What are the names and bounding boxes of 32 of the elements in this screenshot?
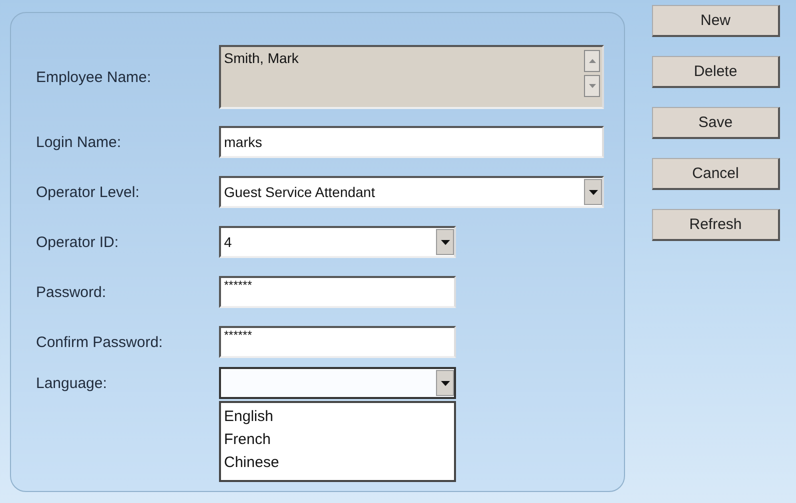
up-arrow-icon bbox=[588, 59, 596, 63]
field-label: Operator ID: bbox=[36, 234, 120, 250]
scroll-up-button[interactable] bbox=[584, 50, 600, 72]
dropdown-button[interactable] bbox=[436, 229, 454, 255]
down-arrow-icon bbox=[588, 84, 596, 88]
field-label: Language: bbox=[36, 375, 108, 392]
list-option[interactable]: Chinese bbox=[224, 451, 451, 474]
text-area[interactable]: Smith, Mark bbox=[219, 45, 604, 109]
action-button[interactable]: Save bbox=[652, 107, 780, 139]
list-option[interactable]: English bbox=[224, 405, 451, 428]
list-option[interactable]: French bbox=[224, 428, 451, 451]
caret-icon bbox=[440, 240, 450, 244]
action-button[interactable]: Refresh bbox=[652, 209, 780, 241]
action-button[interactable]: Delete bbox=[652, 56, 780, 88]
password-field[interactable]: ****** bbox=[219, 326, 456, 358]
dropdown[interactable]: 4 bbox=[219, 226, 456, 258]
dropdown-button[interactable] bbox=[436, 370, 454, 396]
action-button[interactable]: Cancel bbox=[652, 158, 780, 190]
caret-icon bbox=[588, 190, 598, 194]
password-field[interactable]: ****** bbox=[219, 276, 456, 308]
caret-icon bbox=[440, 380, 450, 386]
dropdown-button[interactable] bbox=[584, 179, 602, 205]
field-label: Confirm Password: bbox=[36, 334, 164, 350]
scroll-down-button[interactable] bbox=[584, 75, 600, 97]
field-label: Employee Name: bbox=[36, 68, 152, 86]
input-field[interactable]: marks bbox=[219, 126, 604, 158]
field-label: Operator Level: bbox=[36, 184, 140, 200]
dropdown[interactable] bbox=[219, 367, 456, 399]
dropdown[interactable]: Guest Service Attendant bbox=[219, 176, 604, 208]
field-label: Login Name: bbox=[36, 134, 122, 150]
action-button[interactable]: New bbox=[652, 5, 780, 37]
field-label: Password: bbox=[36, 284, 108, 300]
